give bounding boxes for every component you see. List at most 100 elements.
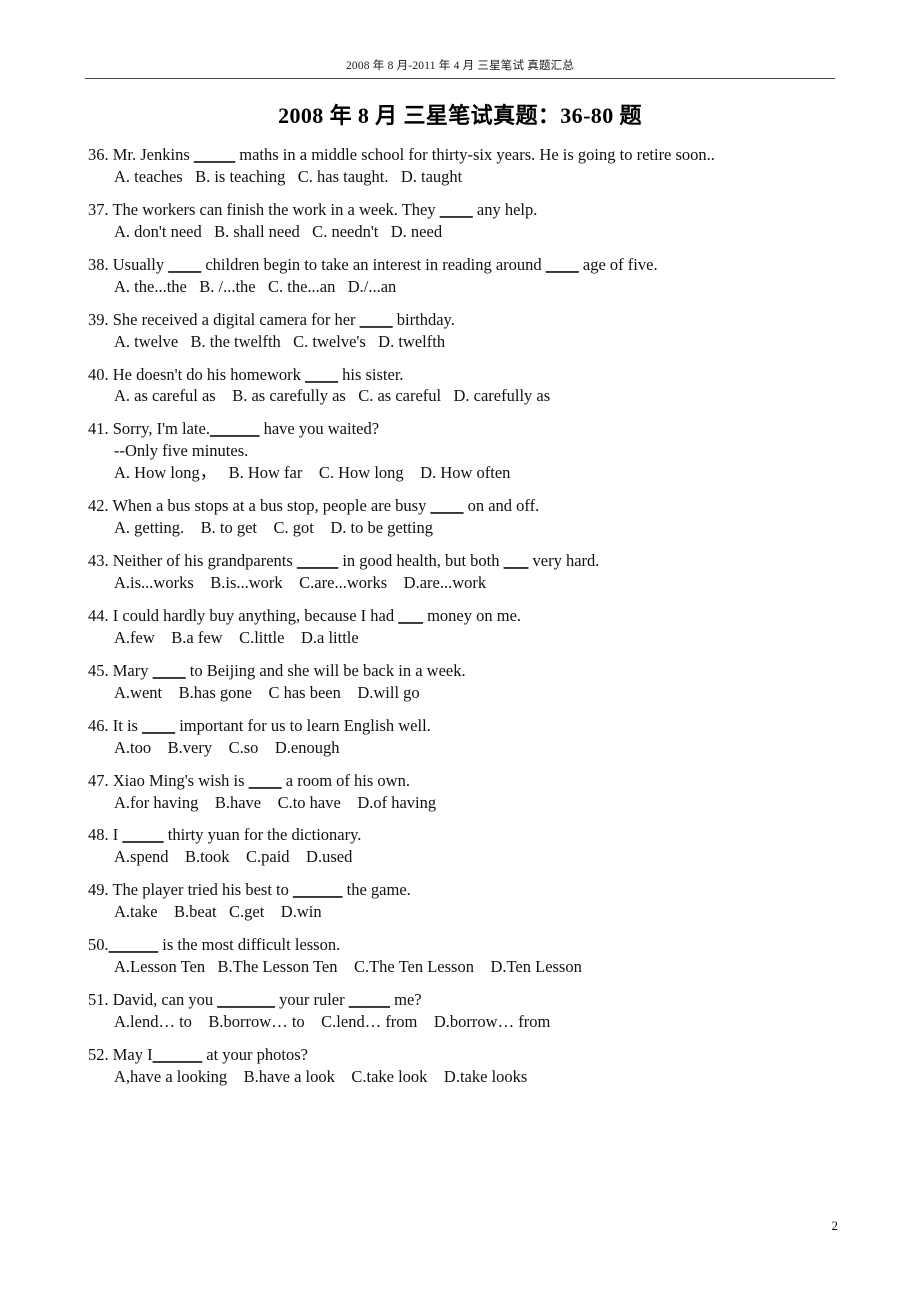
question-item: 45. Mary ____ to Beijing and she will be… <box>88 660 848 704</box>
stem-pre: 47. Xiao Ming's wish is <box>88 770 249 790</box>
question-options: A. twelve B. the twelfth C. twelve's D. … <box>114 331 446 351</box>
question-stem: 37. The workers can finish the work in a… <box>88 199 848 221</box>
question-options: A.few B.a few C.little D.a little <box>114 627 359 647</box>
running-header: 2008 年 8 月-2011 年 4 月 三星笔试 真题汇总 <box>85 58 835 80</box>
answer-blank: ____ <box>152 660 186 680</box>
question-options: A. How long， B. How far C. How long D. H… <box>114 463 511 483</box>
stem-pre: 44. I could hardly buy anything, because… <box>88 605 399 625</box>
question-stem: 36. Mr. Jenkins _____ maths in a middle … <box>88 144 848 166</box>
stem-post: your ruler <box>274 990 349 1010</box>
question-item: 49. The player tried his best to ______ … <box>88 879 848 923</box>
stem-pre: 36. Mr. Jenkins <box>88 145 194 164</box>
stem-post2: very hard. <box>528 551 600 571</box>
stem-post: important for us to learn English well. <box>175 715 431 735</box>
stem-post: at your photos? <box>202 1044 308 1064</box>
header-divider <box>85 78 835 80</box>
question-stem: 46. It is ____ important for us to learn… <box>88 715 848 737</box>
answer-blank: ___ <box>503 551 529 571</box>
question-stem: 38. Usually ____ children begin to take … <box>88 254 848 276</box>
stem-post: the game. <box>342 880 411 900</box>
answer-blank: _______ <box>217 990 275 1010</box>
answer-blank: ______ <box>152 1044 203 1064</box>
stem-pre: 38. Usually <box>88 254 169 274</box>
question-stem: 52. May I______ at your photos? <box>88 1044 848 1066</box>
answer-blank: _____ <box>296 551 339 571</box>
stem-post: his sister. <box>338 364 404 384</box>
stem-pre: 46. It is <box>88 715 143 735</box>
question-item: 51. David, can you _______ your ruler __… <box>88 989 848 1033</box>
answer-blank: ____ <box>142 715 176 735</box>
question-stem: 50.______ is the most difficult lesson. <box>88 934 848 956</box>
question-options: A. getting. B. to get C. got D. to be ge… <box>114 518 433 538</box>
page-title: 2008 年 8 月 三星笔试真题：36-80 题 <box>278 103 642 128</box>
question-options: A. the...the B. /...the C. the...an D./.… <box>114 276 397 296</box>
answer-blank: ___ <box>398 605 423 625</box>
answer-blank: ____ <box>359 309 393 329</box>
stem-pre: 43. Neither of his grandparents <box>88 551 297 571</box>
question-item: 46. It is ____ important for us to learn… <box>88 715 848 759</box>
question-item: 48. I _____ thirty yuan for the dictiona… <box>88 824 848 868</box>
question-options: A,have a looking B.have a look C.take lo… <box>114 1066 528 1086</box>
stem-post: birthday. <box>392 309 455 329</box>
stem-post2: age of five. <box>578 254 658 274</box>
question-item: 43. Neither of his grandparents _____ in… <box>88 550 848 594</box>
question-options: A.for having B.have C.to have D.of havin… <box>114 792 437 812</box>
question-stem: 41. Sorry, I'm late.______ have you wait… <box>88 418 848 440</box>
question-options: A. as careful as B. as carefully as C. a… <box>114 386 551 406</box>
question-list: 36. Mr. Jenkins _____ maths in a middle … <box>88 144 848 1099</box>
question-stem: 44. I could hardly buy anything, because… <box>88 605 848 627</box>
question-item: 52. May I______ at your photos? A,have a … <box>88 1044 848 1088</box>
question-item: 40. He doesn't do his homework ____ his … <box>88 364 848 408</box>
question-item: 41. Sorry, I'm late.______ have you wait… <box>88 418 848 484</box>
answer-blank: ____ <box>439 199 473 219</box>
question-stem: 51. David, can you _______ your ruler __… <box>88 989 848 1011</box>
stem-pre: 48. I <box>88 825 123 845</box>
question-item: 37. The workers can finish the work in a… <box>88 199 848 243</box>
question-item: 42. When a bus stops at a bus stop, peop… <box>88 495 848 539</box>
stem-pre: 45. Mary <box>88 660 153 680</box>
stem-post: have you waited? <box>259 419 380 439</box>
answer-blank: ____ <box>248 770 282 790</box>
stem-post: maths in a middle school for thirty-six … <box>235 145 715 164</box>
question-stem: 40. He doesn't do his homework ____ his … <box>88 364 848 386</box>
stem-pre: 42. When a bus stops at a bus stop, peop… <box>88 496 431 516</box>
question-options: A. teaches B. is teaching C. has taught.… <box>114 166 463 186</box>
question-item: 36. Mr. Jenkins _____ maths in a middle … <box>88 144 848 188</box>
question-options: A.went B.has gone C has been D.will go <box>114 682 420 702</box>
answer-blank: ____ <box>545 254 579 274</box>
stem-pre: 52. May I <box>88 1044 153 1064</box>
stem-post: on and off. <box>463 496 540 516</box>
question-options: A.lend… to B.borrow… to C.lend… from D.b… <box>114 1012 551 1031</box>
stem-pre: 39. She received a digital camera for he… <box>88 309 360 329</box>
question-options: A.take B.beat C.get D.win <box>114 902 322 922</box>
question-stem: 45. Mary ____ to Beijing and she will be… <box>88 660 848 682</box>
stem-post2: me? <box>390 990 422 1010</box>
answer-blank: ______ <box>108 935 159 955</box>
question-item: 50.______ is the most difficult lesson. A… <box>88 934 848 978</box>
stem-post: any help. <box>472 199 538 219</box>
question-stem: 47. Xiao Ming's wish is ____ a room of h… <box>88 770 848 792</box>
answer-blank: _____ <box>193 145 236 164</box>
document-page: 2008 年 8 月-2011 年 4 月 三星笔试 真题汇总 2008 年 8… <box>0 0 920 1302</box>
running-header-text: 2008 年 8 月-2011 年 4 月 三星笔试 真题汇总 <box>345 60 575 72</box>
answer-blank: ______ <box>293 880 343 900</box>
question-options: A. don't need B. shall need C. needn't D… <box>114 221 443 241</box>
question-stem: 43. Neither of his grandparents _____ in… <box>88 550 848 572</box>
question-item: 44. I could hardly buy anything, because… <box>88 605 848 649</box>
page-number: 2 <box>831 1218 839 1233</box>
stem-post: money on me. <box>422 605 522 625</box>
question-options: A.spend B.took C.paid D.used <box>114 847 353 867</box>
stem-pre: 50. <box>88 935 109 955</box>
question-item: 47. Xiao Ming's wish is ____ a room of h… <box>88 770 848 814</box>
question-stem: 42. When a bus stops at a bus stop, peop… <box>88 495 848 517</box>
stem-post: thirty yuan for the dictionary. <box>163 825 362 845</box>
question-options: A.is...works B.is...work C.are...works D… <box>114 573 487 592</box>
question-stem: 48. I _____ thirty yuan for the dictiona… <box>88 824 848 846</box>
question-options: A.Lesson Ten B.The Lesson Ten C.The Ten … <box>114 957 582 977</box>
answer-blank: ____ <box>305 364 338 384</box>
question-stem: 49. The player tried his best to ______ … <box>88 879 848 901</box>
stem-post: children begin to take an interest in re… <box>201 254 546 274</box>
answer-blank: ______ <box>209 419 260 439</box>
question-item: 39. She received a digital camera for he… <box>88 309 848 353</box>
question-item: 38. Usually ____ children begin to take … <box>88 254 848 298</box>
